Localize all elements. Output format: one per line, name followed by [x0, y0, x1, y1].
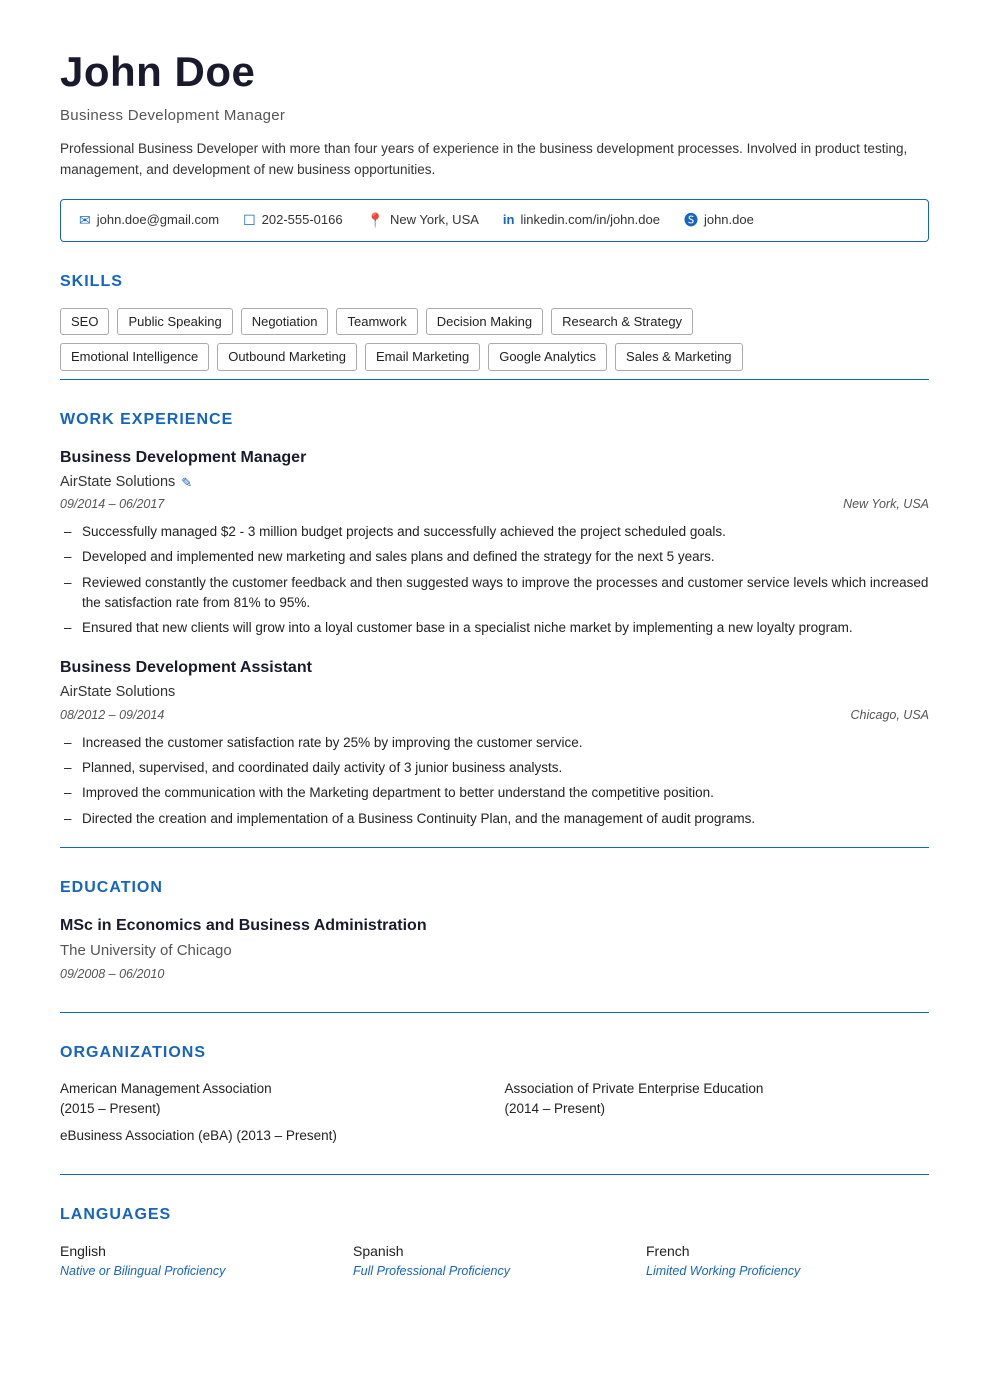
organizations-grid: American Management Association(2015 – P…: [60, 1079, 929, 1120]
skill-tag: Google Analytics: [488, 343, 607, 371]
bullet-item: Reviewed constantly the customer feedbac…: [64, 573, 929, 614]
external-link-icon[interactable]: ✎: [181, 473, 192, 493]
language-name: French: [646, 1241, 929, 1262]
skill-tag: Research & Strategy: [551, 308, 693, 336]
skills-section: SKILLS SEO Public Speaking NegotiationTeam…: [60, 270, 929, 371]
skill-tag: SEO: [60, 308, 109, 336]
candidate-name: John Doe: [60, 40, 929, 103]
job-location: Chicago, USA: [850, 706, 929, 725]
language-item: FrenchLimited Working Proficiency: [646, 1241, 929, 1281]
contact-bar: ✉ john.doe@gmail.com ☐ 202-555-0166 📍 Ne…: [60, 199, 929, 242]
job-title: Business Development Manager: [60, 446, 929, 470]
language-level: Full Professional Proficiency: [353, 1262, 636, 1281]
company-name: AirState Solutions: [60, 682, 175, 704]
work-experience-section: WORK EXPERIENCE Business Development Man…: [60, 379, 929, 829]
org-item: American Management Association(2015 – P…: [60, 1079, 485, 1120]
skype-contact: 🅢 john.doe: [684, 210, 754, 231]
bullet-item: Planned, supervised, and coordinated dai…: [64, 758, 929, 778]
job-dates: 09/2014 – 06/2017: [60, 495, 164, 514]
edu-school: The University of Chicago: [60, 940, 929, 963]
skill-tag: Negotiation: [241, 308, 329, 336]
date-location-row: 09/2014 – 06/2017 New York, USA: [60, 495, 929, 514]
email-icon: ✉: [79, 210, 91, 231]
org-item: Association of Private Enterprise Educat…: [505, 1079, 930, 1120]
linkedin-contact: in linkedin.com/in/john.doe: [503, 210, 660, 230]
date-location-row: 08/2012 – 09/2014 Chicago, USA: [60, 706, 929, 725]
language-name: Spanish: [353, 1241, 636, 1262]
email-contact: ✉ john.doe@gmail.com: [79, 210, 219, 231]
skill-tag: Sales & Marketing: [615, 343, 743, 371]
bullet-item: Improved the communication with the Mark…: [64, 783, 929, 803]
edu-dates: 09/2008 – 06/2010: [60, 965, 929, 984]
skill-tag: Public Speaking: [117, 308, 232, 336]
bullet-item: Developed and implemented new marketing …: [64, 547, 929, 567]
bullet-item: Increased the customer satisfaction rate…: [64, 733, 929, 753]
language-level: Native or Bilingual Proficiency: [60, 1262, 343, 1281]
organizations-section: ORGANIZATIONS American Management Associ…: [60, 1012, 929, 1146]
header-section: John Doe Business Development Manager Pr…: [60, 40, 929, 181]
job-location: New York, USA: [843, 495, 929, 514]
company-name: AirState Solutions: [60, 472, 175, 494]
organizations-title: ORGANIZATIONS: [60, 1041, 929, 1065]
candidate-job-title: Business Development Manager: [60, 105, 929, 128]
education-title: EDUCATION: [60, 876, 929, 900]
edu-degree: MSc in Economics and Business Administra…: [60, 914, 929, 938]
bullet-item: Successfully managed $2 - 3 million budg…: [64, 522, 929, 542]
skills-row-1: SEO Public Speaking NegotiationTeamwork Dec…: [60, 308, 929, 336]
skype-icon: 🅢: [684, 210, 698, 231]
skill-tag: Email Marketing: [365, 343, 480, 371]
job-bullets: Increased the customer satisfaction rate…: [64, 733, 929, 829]
languages-title: LANGUAGES: [60, 1203, 929, 1227]
job-bullets: Successfully managed $2 - 3 million budg…: [64, 522, 929, 638]
skills-row-2: Emotional Intelligence Outbound Marketing…: [60, 343, 929, 371]
language-item: EnglishNative or Bilingual Proficiency: [60, 1241, 343, 1281]
skills-title: SKILLS: [60, 270, 929, 294]
bullet-item: Directed the creation and implementation…: [64, 809, 929, 829]
linkedin-icon: in: [503, 210, 515, 230]
bullet-item: Ensured that new clients will grow into …: [64, 618, 929, 638]
skill-tag: Teamwork: [336, 308, 417, 336]
job-title: Business Development Assistant: [60, 656, 929, 680]
job-entry: Business Development ManagerAirState Sol…: [60, 446, 929, 639]
location-contact: 📍 New York, USA: [367, 210, 479, 231]
phone-icon: ☐: [243, 210, 256, 231]
language-level: Limited Working Proficiency: [646, 1262, 929, 1281]
company-row: AirState Solutions ✎: [60, 472, 929, 494]
education-section: EDUCATION MSc in Economics and Business …: [60, 847, 929, 984]
skill-tag: Outbound Marketing: [217, 343, 357, 371]
skill-tag: Decision Making: [426, 308, 543, 336]
language-item: SpanishFull Professional Proficiency: [353, 1241, 636, 1281]
job-entry: Business Development AssistantAirState S…: [60, 656, 929, 829]
candidate-summary: Professional Business Developer with mor…: [60, 138, 920, 181]
location-icon: 📍: [367, 210, 384, 231]
work-experience-title: WORK EXPERIENCE: [60, 408, 929, 432]
language-name: English: [60, 1241, 343, 1262]
languages-section: LANGUAGES EnglishNative or Bilingual Pro…: [60, 1174, 929, 1281]
job-dates: 08/2012 – 09/2014: [60, 706, 164, 725]
phone-contact: ☐ 202-555-0166: [243, 210, 343, 231]
skill-tag: Emotional Intelligence: [60, 343, 209, 371]
org-item: eBusiness Association (eBA) (2013 – Pres…: [60, 1126, 929, 1146]
company-row: AirState Solutions: [60, 682, 929, 704]
